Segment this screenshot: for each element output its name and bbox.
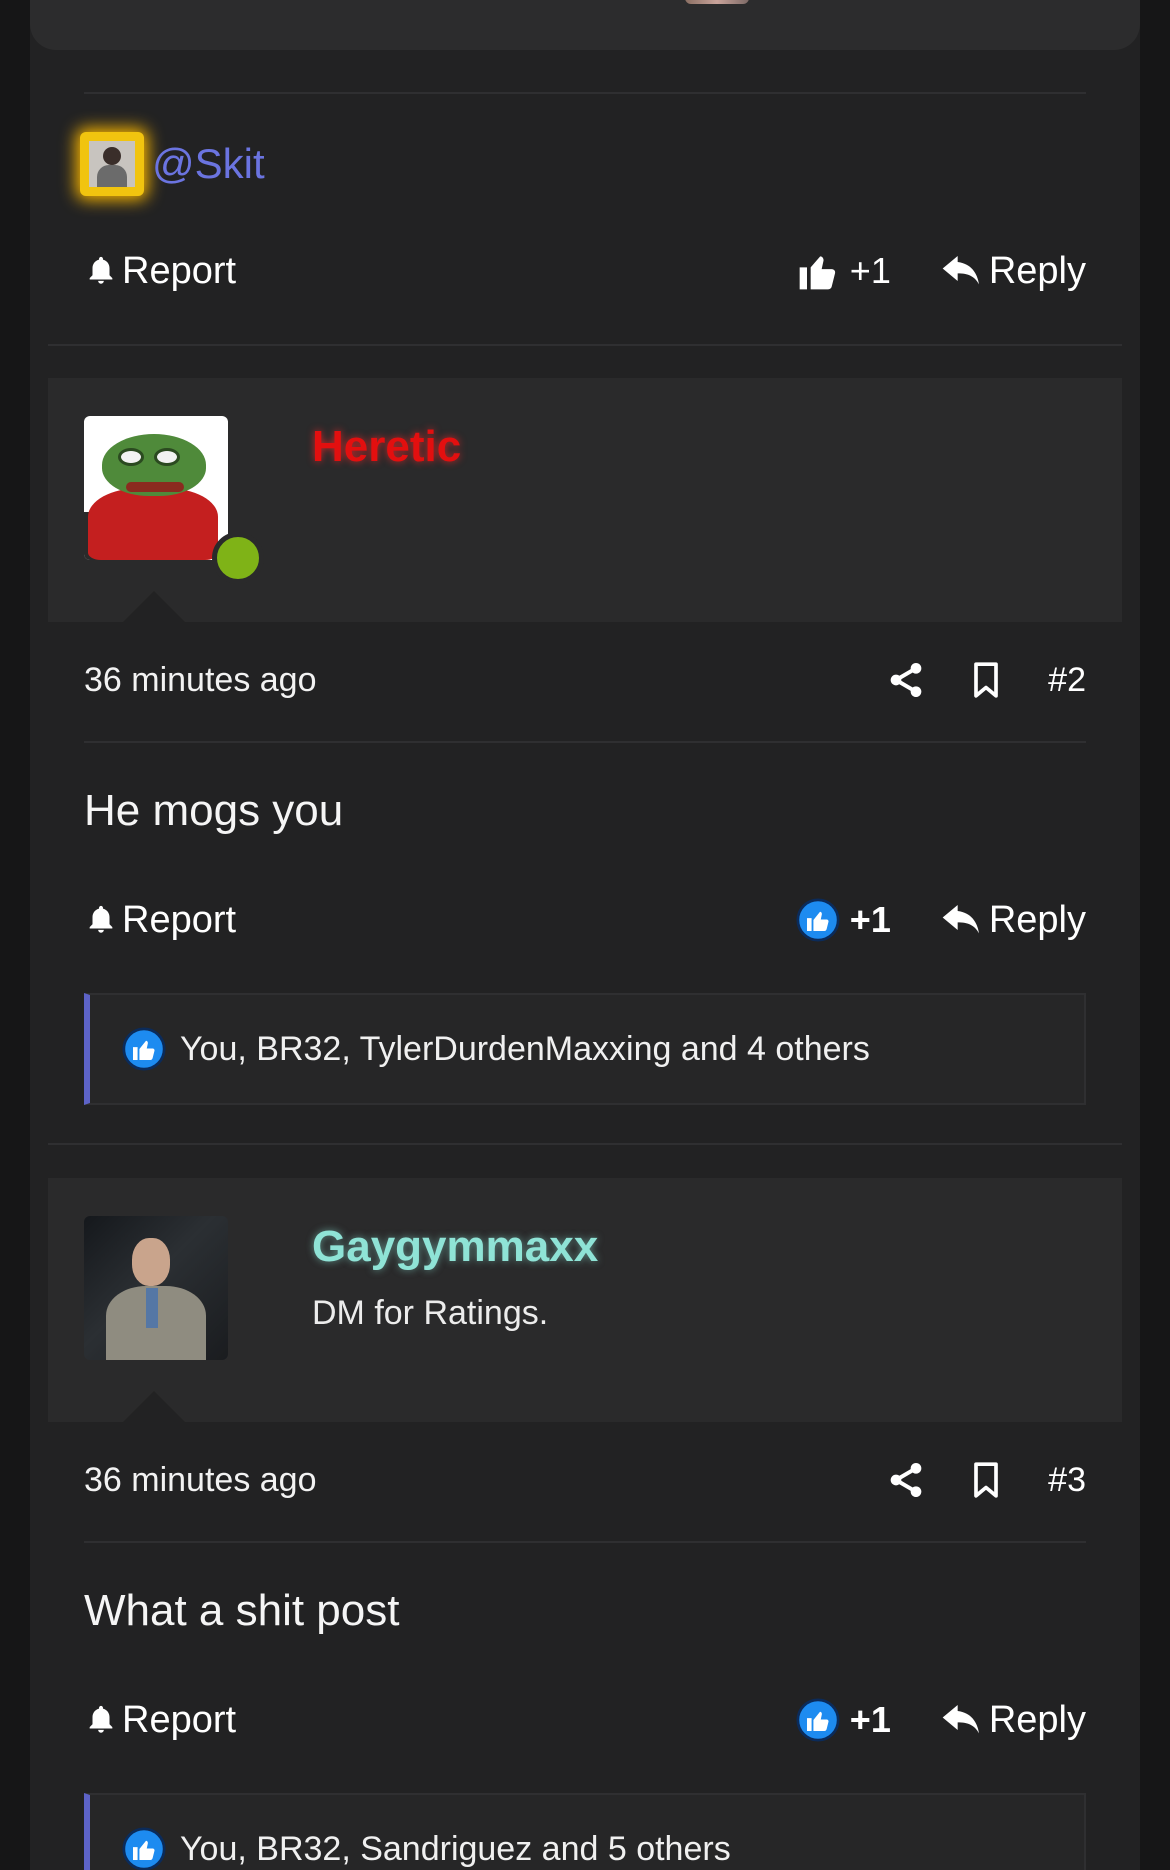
report-button[interactable]: Report	[84, 250, 236, 293]
like-count: +1	[849, 899, 891, 940]
like-reaction-icon	[122, 1027, 166, 1071]
like-reaction-icon	[796, 898, 840, 942]
like-button[interactable]: +1	[796, 1698, 891, 1742]
bell-icon	[89, 905, 113, 933]
like-reaction-icon	[796, 1698, 840, 1742]
reply-label: Reply	[988, 249, 1086, 292]
thumbs-up-icon	[799, 256, 835, 290]
user-avatar[interactable]	[84, 1216, 228, 1360]
thread-page: @Skit Report +1 Reply Heretic 36 minutes…	[0, 0, 1170, 1870]
reply-icon	[942, 905, 979, 934]
post-header: Gaygymmaxx DM for Ratings.	[48, 1178, 1122, 1423]
image-thumbnail[interactable]	[685, 0, 749, 4]
post-username[interactable]: Heretic	[312, 422, 461, 472]
online-status-indicator	[212, 532, 264, 584]
reply-label: Reply	[988, 1698, 1086, 1741]
like-count: +1	[849, 250, 891, 291]
reactions-summary[interactable]: You, BR32, TylerDurdenMaxxing and 4 othe…	[84, 993, 1086, 1105]
reactions-text: You, BR32, TylerDurdenMaxxing and 4 othe…	[180, 1029, 870, 1068]
post-username[interactable]: Gaygymmaxx	[312, 1222, 598, 1272]
like-reaction-icon	[122, 1827, 166, 1870]
like-button[interactable]: +1	[796, 898, 891, 942]
reply-button[interactable]: Reply	[941, 899, 1086, 942]
reply-label: Reply	[988, 898, 1086, 941]
post-header: Heretic	[48, 378, 1122, 623]
post-separator	[48, 1143, 1122, 1145]
bell-icon	[89, 256, 113, 284]
mention-username[interactable]: @Skit	[152, 140, 265, 188]
previous-post-card	[30, 0, 1140, 50]
bell-icon	[89, 1705, 113, 1733]
post-timestamp[interactable]: 36 minutes ago	[84, 661, 317, 700]
reply-button[interactable]: Reply	[941, 1699, 1086, 1742]
post-timestamp[interactable]: 36 minutes ago	[84, 1461, 317, 1500]
user-title: DM for Ratings.	[312, 1294, 549, 1332]
post-separator	[48, 344, 1122, 346]
reply-button[interactable]: Reply	[941, 250, 1086, 293]
divider	[84, 1541, 1086, 1543]
bookmark-icon[interactable]	[966, 1460, 1006, 1500]
post-content: He mogs you	[84, 786, 344, 835]
divider	[84, 741, 1086, 743]
reply-icon	[942, 1705, 979, 1734]
post-meta: 36 minutes ago #2	[84, 655, 1086, 705]
like-button[interactable]: +1	[796, 249, 891, 293]
report-label: Report	[122, 1698, 237, 1741]
bookmark-icon[interactable]	[966, 660, 1006, 700]
post-action-bar: Report +1 Reply	[84, 1692, 1086, 1748]
post-content: What a shit post	[84, 1586, 400, 1635]
divider	[84, 92, 1086, 94]
mention-link[interactable]: @Skit	[80, 132, 265, 196]
report-label: Report	[122, 249, 237, 292]
post-action-bar: Report +1 Reply	[84, 243, 1086, 299]
reactions-text: You, BR32, Sandriguez and 5 others	[180, 1829, 731, 1868]
report-button[interactable]: Report	[84, 899, 236, 942]
report-label: Report	[122, 898, 237, 941]
post-action-bar: Report +1 Reply	[84, 892, 1086, 948]
post-number[interactable]: #2	[1048, 661, 1086, 700]
post-number[interactable]: #3	[1048, 1461, 1086, 1500]
share-icon[interactable]	[886, 660, 926, 700]
report-button[interactable]: Report	[84, 1699, 236, 1742]
mention-avatar	[80, 132, 144, 196]
share-icon[interactable]	[886, 1460, 926, 1500]
user-avatar[interactable]	[84, 416, 228, 560]
like-count: +1	[849, 1699, 891, 1740]
reply-icon	[942, 256, 979, 285]
post-meta: 36 minutes ago #3	[84, 1455, 1086, 1505]
reactions-summary[interactable]: You, BR32, Sandriguez and 5 others	[84, 1793, 1086, 1870]
